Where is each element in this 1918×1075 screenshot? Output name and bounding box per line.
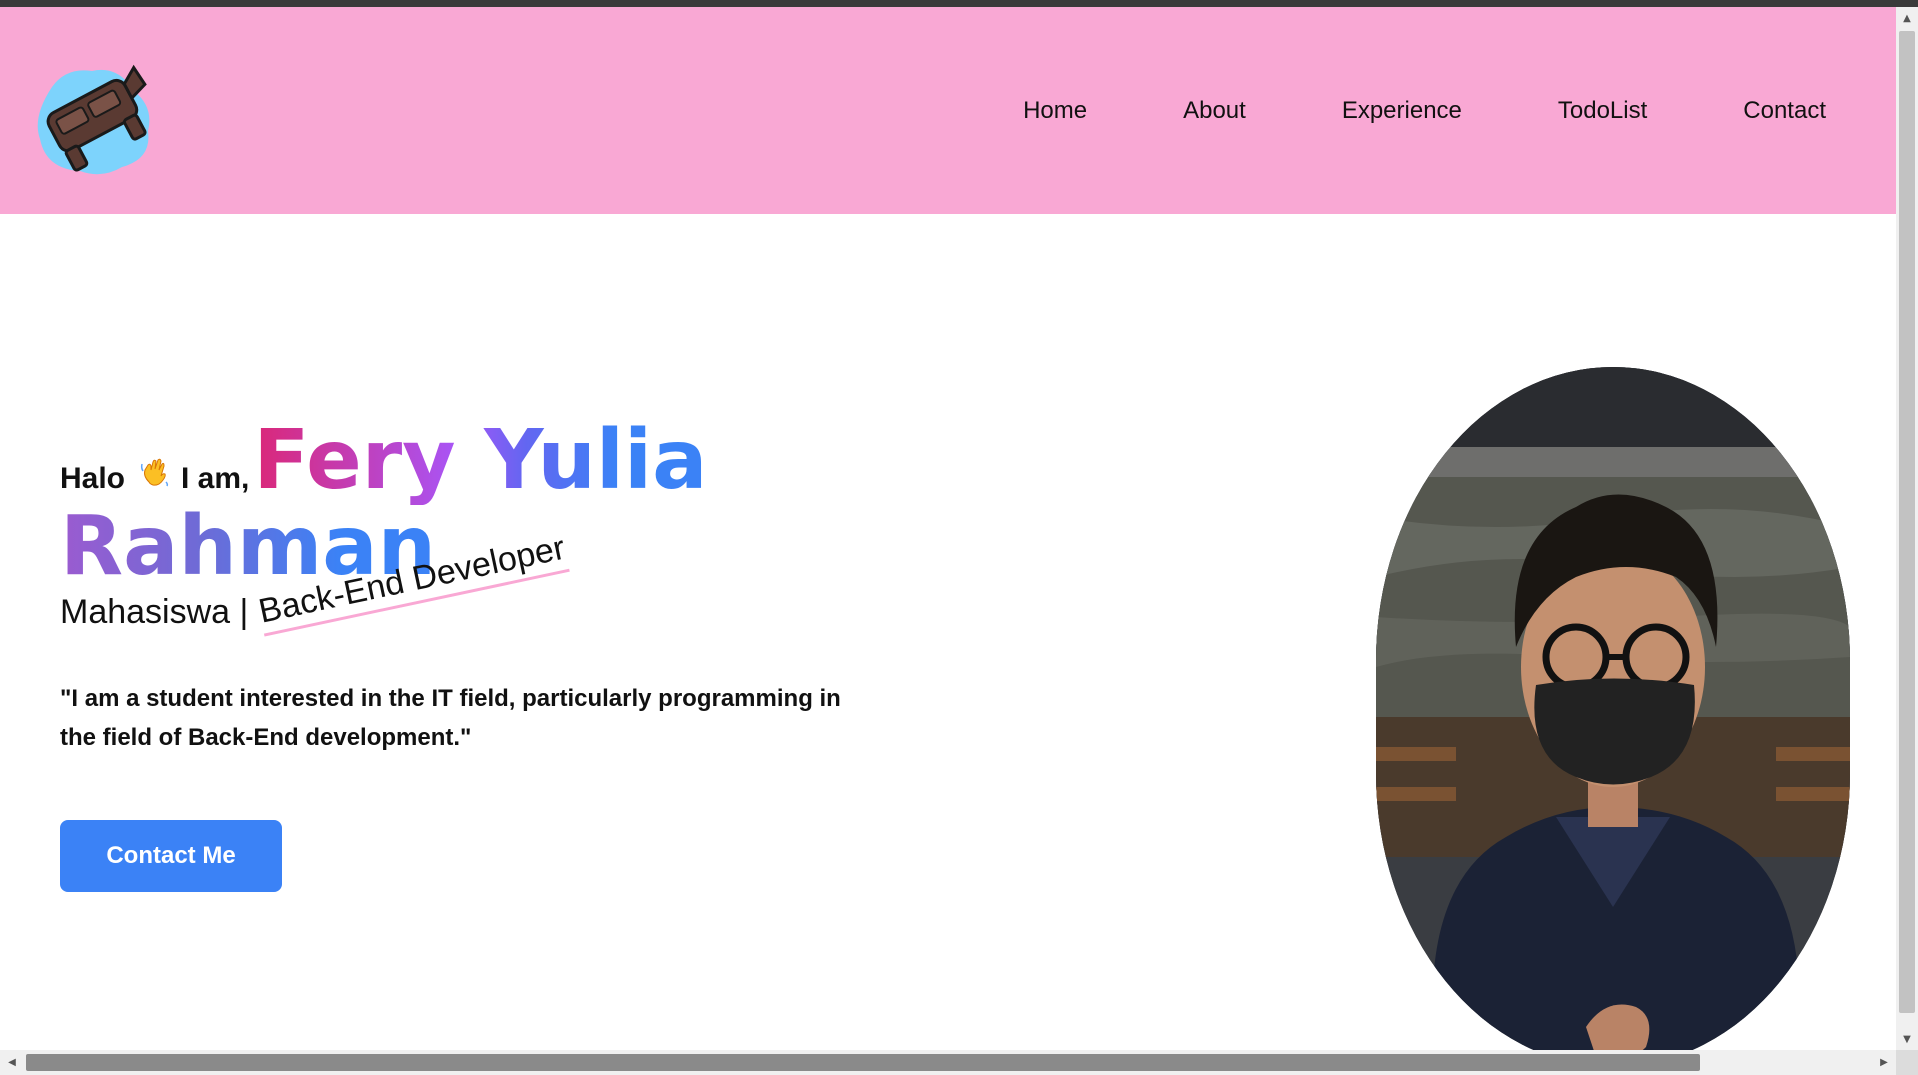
nav-experience-link[interactable]: Experience bbox=[1342, 97, 1462, 125]
vertical-scrollbar[interactable]: ▲ ▼ bbox=[1896, 7, 1918, 1050]
role-line: Mahasiswa | Back-End Developer bbox=[60, 528, 910, 653]
vertical-scroll-thumb[interactable] bbox=[1899, 31, 1915, 1013]
nav-home-link[interactable]: Home bbox=[1023, 97, 1087, 125]
scrollbar-corner bbox=[1896, 1050, 1918, 1075]
scroll-right-arrow-icon[interactable]: ▶ bbox=[1872, 1050, 1896, 1075]
hero-section: Halo I am, Fery Yulia Rahman Mahasiswa |… bbox=[60, 417, 910, 757]
window-top-border bbox=[0, 0, 1918, 7]
name-first: Fery Yulia bbox=[253, 413, 708, 508]
logo-icon[interactable] bbox=[22, 47, 158, 177]
nav-links: Home About Experience TodoList Contact bbox=[927, 97, 1826, 125]
horizontal-scrollbar[interactable]: ◀ ▶ bbox=[0, 1050, 1896, 1075]
profile-photo-image bbox=[1376, 367, 1850, 1050]
nav-contact-link[interactable]: Contact bbox=[1743, 97, 1826, 125]
scroll-left-arrow-icon[interactable]: ◀ bbox=[0, 1050, 24, 1075]
browser-window: Home About Experience TodoList Contact H… bbox=[0, 0, 1918, 1075]
greeting-line: Halo I am, Fery Yulia bbox=[60, 417, 910, 505]
nav-todolist-link[interactable]: TodoList bbox=[1558, 97, 1647, 125]
hero-quote: "I am a student interested in the IT fie… bbox=[60, 685, 841, 751]
navbar: Home About Experience TodoList Contact bbox=[0, 7, 1896, 214]
intro-text: I am, bbox=[181, 462, 250, 495]
role-static-text: Mahasiswa | bbox=[60, 593, 249, 631]
nav-about-link[interactable]: About bbox=[1183, 97, 1246, 125]
greeting-text: Halo bbox=[60, 462, 126, 495]
scroll-up-arrow-icon[interactable]: ▲ bbox=[1896, 7, 1918, 29]
page-viewport: Home About Experience TodoList Contact H… bbox=[0, 7, 1896, 1050]
contact-me-button[interactable]: Contact Me bbox=[60, 820, 282, 892]
profile-photo bbox=[1376, 367, 1850, 1050]
horizontal-scroll-thumb[interactable] bbox=[26, 1054, 1700, 1071]
scroll-down-arrow-icon[interactable]: ▼ bbox=[1896, 1028, 1918, 1050]
waving-hand-icon bbox=[140, 458, 169, 487]
